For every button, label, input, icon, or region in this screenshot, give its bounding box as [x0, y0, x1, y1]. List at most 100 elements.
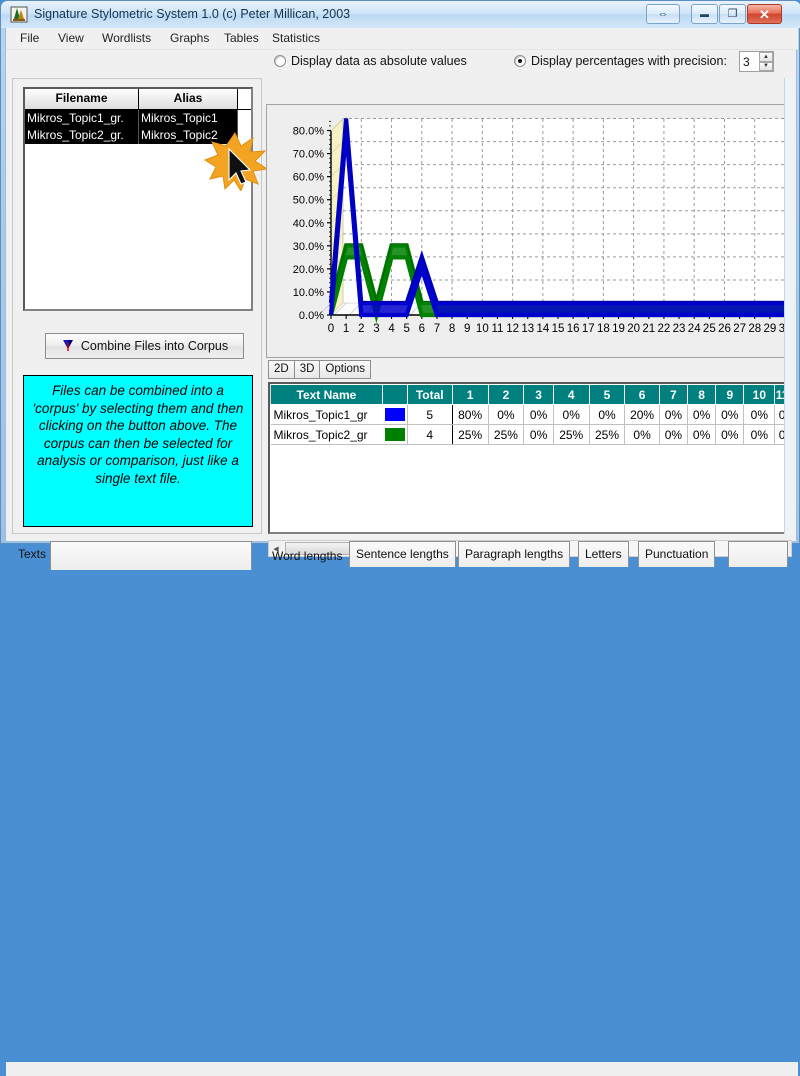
svg-text:30.0%: 30.0% — [293, 241, 324, 253]
file-grid[interactable]: Filename Alias Mikros_Topic1_gr. Mikros_… — [23, 87, 253, 311]
table-row[interactable]: Mikros_Topic1_gr. Mikros_Topic1 — [25, 110, 251, 127]
distribution-table: Text Name Total 1 2 3 4 5 6 7 8 9 10 11 Mikros_Topic1… — [270, 384, 790, 445]
svg-text:22: 22 — [658, 323, 671, 335]
svg-text:80.0%: 80.0% — [293, 126, 324, 138]
cell-value-8: 0% — [687, 424, 717, 445]
table-header-row: Text Name Total 1 2 3 4 5 6 7 8 9 10 11 — [270, 384, 790, 405]
menu-item-statistics[interactable]: Statistics — [266, 31, 326, 46]
column-header-3[interactable]: 3 — [523, 384, 554, 405]
column-header-4[interactable]: 4 — [552, 384, 590, 405]
column-header-10[interactable]: 10 — [743, 384, 776, 405]
table-row[interactable]: Mikros_Topic1_gr 5 80% 0% 0% 0% 0% 20% 0% 0% 0% 0% 0 — [270, 404, 790, 425]
svg-text:27: 27 — [733, 323, 746, 335]
table-row[interactable]: Mikros_Topic2_gr. Mikros_Topic2 — [25, 127, 251, 144]
page-vertical-scrollbar[interactable] — [784, 78, 794, 534]
svg-text:4: 4 — [388, 323, 395, 335]
tab-3d[interactable]: 3D — [293, 360, 320, 379]
radio-percentages[interactable]: Display percentages with precision: — [514, 54, 727, 68]
tab-paragraph-lengths[interactable]: Paragraph lengths — [458, 541, 571, 567]
column-header-6[interactable]: 6 — [624, 384, 660, 405]
menu-item-file[interactable]: File — [14, 31, 45, 46]
precision-up-button[interactable]: ▲ — [759, 52, 773, 62]
cell-value-3: 0% — [523, 424, 554, 445]
word-length-distribution-chart: 0.0% 10.0% 20.0% 30.0% 40.0% 50.0% 60.0% 70.0% 8… — [267, 105, 793, 357]
cell-value-6: 20% — [624, 404, 660, 425]
menu-item-graphs[interactable]: Graphs — [164, 31, 215, 46]
restore-size-button[interactable]: ⇔ — [646, 4, 680, 24]
menu-item-view[interactable]: View — [52, 31, 90, 46]
svg-text:60.0%: 60.0% — [293, 172, 324, 184]
data-table[interactable]: Text Name Total 1 2 3 4 5 6 7 8 9 10 11 Mikros_Topic1… — [268, 382, 792, 534]
minimize-button[interactable]: ▬ — [691, 4, 718, 24]
tab-options[interactable]: Options — [319, 360, 372, 379]
svg-text:14: 14 — [536, 323, 549, 335]
close-button[interactable]: ✕ — [747, 4, 782, 24]
column-header-8[interactable]: 8 — [686, 384, 717, 405]
maximize-button[interactable]: ❐ — [719, 4, 746, 24]
cell-text-name: Mikros_Topic2_gr — [270, 424, 383, 445]
menu-bar: File View Wordlists Graphs Tables Statis… — [6, 28, 798, 50]
tab-punctuation[interactable]: Punctuation — [638, 541, 716, 567]
column-header-5[interactable]: 5 — [588, 384, 626, 405]
svg-text:70.0%: 70.0% — [293, 149, 324, 161]
info-panel: Files can be combined into a 'corpus' by… — [23, 375, 253, 527]
tab-left-empty[interactable] — [50, 541, 252, 570]
tab-letters[interactable]: Letters — [578, 541, 629, 567]
cell-alias: Mikros_Topic1 — [139, 110, 238, 127]
table-row[interactable]: Mikros_Topic2_gr 4 25% 25% 0% 25% 25% 0% 0% 0% 0% 0… — [270, 424, 790, 445]
column-header-2[interactable]: 2 — [487, 384, 525, 405]
column-header-7[interactable]: 7 — [658, 384, 689, 405]
cell-alias: Mikros_Topic2 — [139, 127, 238, 144]
svg-text:7: 7 — [434, 323, 440, 335]
svg-text:1: 1 — [343, 323, 349, 335]
column-header-total[interactable]: Total — [406, 384, 453, 405]
series-color-swatch[interactable] — [382, 424, 408, 445]
precision-down-button[interactable]: ▼ — [759, 61, 773, 71]
column-header-9[interactable]: 9 — [715, 384, 745, 405]
svg-text:8: 8 — [449, 323, 455, 335]
svg-text:50.0%: 50.0% — [293, 195, 324, 207]
chart-panel[interactable]: 0.0% 10.0% 20.0% 30.0% 40.0% 50.0% 60.0% 70.0% 8… — [266, 104, 794, 358]
combine-files-label: Combine Files into Corpus — [80, 339, 229, 353]
svg-text:20.0%: 20.0% — [293, 264, 324, 276]
svg-text:29: 29 — [763, 323, 776, 335]
application-window: Signature Stylometric System 1.0 (c) Pet… — [0, 0, 800, 1076]
menu-item-wordlists[interactable]: Wordlists — [96, 31, 157, 46]
minimize-icon: ▬ — [700, 8, 709, 19]
series-color-swatch[interactable] — [382, 404, 408, 425]
window-title: Signature Stylometric System 1.0 (c) Pet… — [34, 7, 351, 21]
cell-value-2: 25% — [488, 424, 525, 445]
close-icon: ✕ — [759, 6, 770, 22]
svg-text:28: 28 — [748, 323, 761, 335]
svg-text:16: 16 — [567, 323, 580, 335]
precision-spin-buttons[interactable]: ▲ ▼ — [759, 52, 773, 71]
tab-word-lengths[interactable]: Word lengths — [266, 543, 348, 572]
tab-texts[interactable]: Texts — [12, 541, 52, 570]
svg-text:6: 6 — [419, 323, 425, 335]
window-frame: Signature Stylometric System 1.0 (c) Pet… — [0, 0, 800, 1076]
menu-item-tables[interactable]: Tables — [218, 31, 265, 46]
cell-total: 4 — [406, 424, 453, 445]
tab-right-empty[interactable] — [728, 541, 788, 567]
column-header-text-name[interactable]: Text Name — [270, 384, 383, 405]
column-header-alias[interactable]: Alias — [139, 89, 238, 110]
svg-text:26: 26 — [718, 323, 731, 335]
display-options-row: Display data as absolute values Display … — [6, 49, 798, 76]
svg-text:3: 3 — [373, 323, 379, 335]
svg-text:24: 24 — [688, 323, 701, 335]
precision-spinner[interactable]: 3 ▲ ▼ — [739, 51, 774, 72]
svg-text:18: 18 — [597, 323, 610, 335]
tab-sentence-lengths[interactable]: Sentence lengths — [349, 541, 456, 567]
radio-absolute-values[interactable]: Display data as absolute values — [274, 54, 467, 68]
app-icon — [10, 5, 29, 24]
combine-files-into-corpus-button[interactable]: Combine Files into Corpus — [45, 333, 244, 359]
title-bar[interactable]: Signature Stylometric System 1.0 (c) Pet… — [1, 1, 800, 28]
tab-2d[interactable]: 2D — [268, 360, 294, 379]
column-header-color[interactable] — [381, 384, 408, 405]
column-header-filename[interactable]: Filename — [25, 89, 139, 110]
svg-text:0: 0 — [328, 323, 334, 335]
column-header-1[interactable]: 1 — [451, 384, 489, 405]
cell-value-4: 25% — [553, 424, 590, 445]
restore-size-icon: ⇔ — [657, 7, 669, 20]
cell-filename: Mikros_Topic1_gr. — [25, 110, 139, 127]
